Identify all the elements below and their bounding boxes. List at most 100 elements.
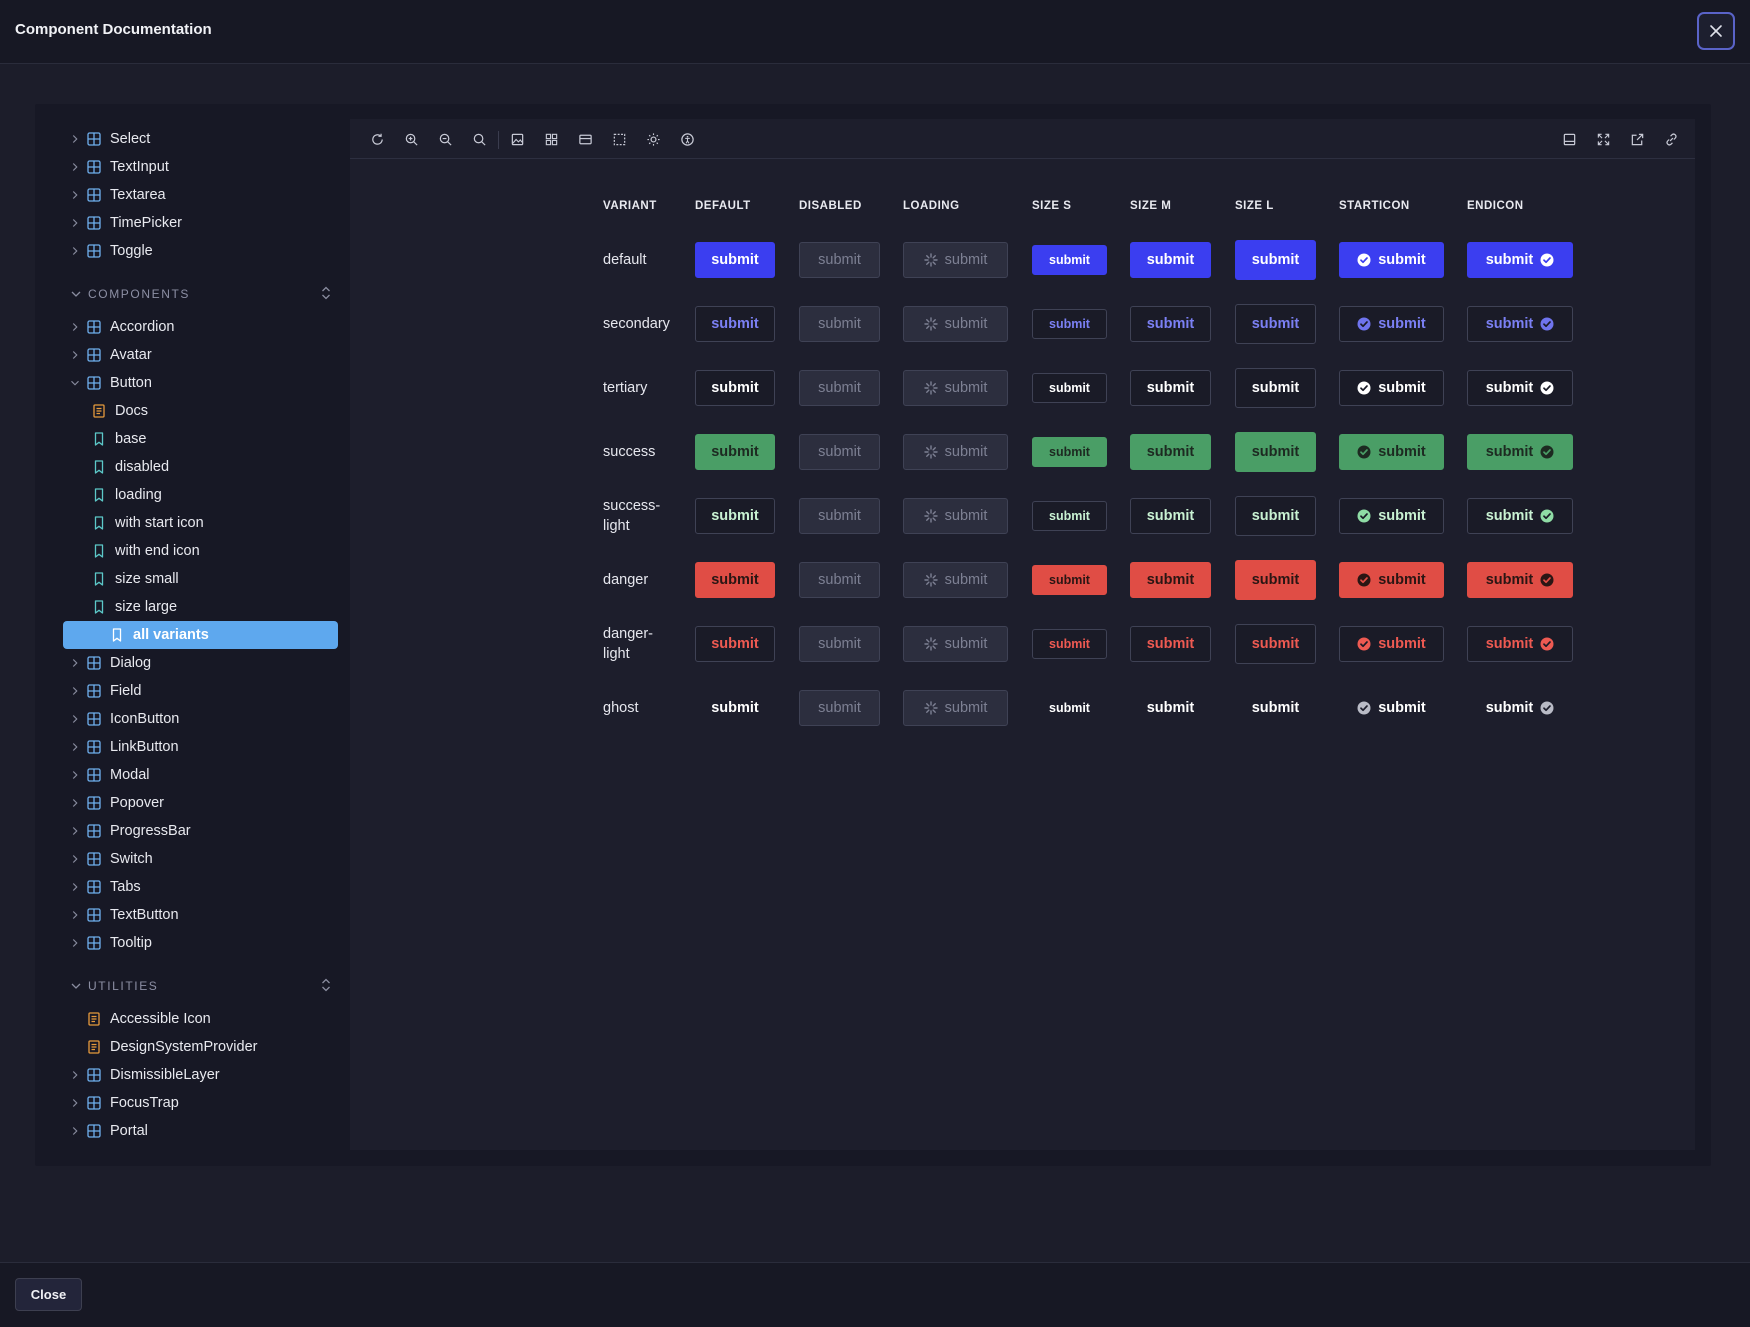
sidebar-item-size-small[interactable]: size small	[91, 565, 337, 593]
zoom-reset-button[interactable]	[469, 129, 489, 149]
sidebar-item-progressbar[interactable]: ProgressBar	[63, 817, 337, 845]
sidebar-item-textinput[interactable]: TextInput	[63, 153, 337, 181]
theme-button[interactable]	[643, 129, 663, 149]
secondary-default-button[interactable]: submit	[695, 306, 775, 342]
zoom-out-button[interactable]	[435, 129, 455, 149]
sidebar-item-docs[interactable]: Docs	[91, 397, 337, 425]
success-light-sizeS-button[interactable]: submit	[1032, 501, 1107, 531]
danger-end-button[interactable]: submit	[1467, 562, 1573, 598]
success-light-sizeM-button[interactable]: submit	[1130, 498, 1211, 534]
success-sizeM-button[interactable]: submit	[1130, 434, 1211, 470]
sidebar-item-dialog[interactable]: Dialog	[63, 649, 337, 677]
tertiary-end-button[interactable]: submit	[1467, 370, 1573, 406]
zoom-in-button[interactable]	[401, 129, 421, 149]
background-button[interactable]	[575, 129, 595, 149]
danger-light-sizeM-button[interactable]: submit	[1130, 626, 1211, 662]
sidebar-item-accordion[interactable]: Accordion	[63, 313, 337, 341]
grid-button[interactable]	[541, 129, 561, 149]
default-default-button[interactable]: submit	[695, 242, 775, 278]
success-start-button[interactable]: submit	[1339, 434, 1444, 470]
sidebar-item-with-end-icon[interactable]: with end icon	[91, 537, 337, 565]
ghost-default-button[interactable]: submit	[695, 690, 775, 726]
sidebar-item-button[interactable]: Button	[63, 369, 337, 397]
sidebar-item-timepicker[interactable]: TimePicker	[63, 209, 337, 237]
sidebar-item-modal[interactable]: Modal	[63, 761, 337, 789]
danger-start-button[interactable]: submit	[1339, 562, 1444, 598]
default-start-button[interactable]: submit	[1339, 242, 1444, 278]
reload-button[interactable]	[367, 129, 387, 149]
sidebar-item-field[interactable]: Field	[63, 677, 337, 705]
ghost-sizeL-button[interactable]: submit	[1235, 688, 1316, 728]
secondary-start-button[interactable]: submit	[1339, 306, 1444, 342]
ghost-end-button[interactable]: submit	[1467, 690, 1573, 726]
default-sizeL-button[interactable]: submit	[1235, 240, 1316, 280]
sidebar-item-portal[interactable]: Portal	[63, 1117, 337, 1145]
sidebar-item-iconbutton[interactable]: IconButton	[63, 705, 337, 733]
outline-icon	[613, 133, 625, 145]
danger-light-end-button[interactable]: submit	[1467, 626, 1573, 662]
default-sizeS-button[interactable]: submit	[1032, 245, 1107, 275]
sidebar-item-disabled[interactable]: disabled	[91, 453, 337, 481]
close-dialog-button[interactable]	[1697, 12, 1735, 50]
success-default-button[interactable]: submit	[695, 434, 775, 470]
secondary-end-button[interactable]: submit	[1467, 306, 1573, 342]
ghost-sizeS-button[interactable]: submit	[1032, 693, 1107, 723]
sidebar-item-popover[interactable]: Popover	[63, 789, 337, 817]
sidebar-item-focustrap[interactable]: FocusTrap	[63, 1089, 337, 1117]
section-header-components[interactable]: COMPONENTS	[68, 282, 338, 306]
sidebar-item-size-large[interactable]: size large	[91, 593, 337, 621]
default-end-button[interactable]: submit	[1467, 242, 1573, 278]
danger-sizeM-button[interactable]: submit	[1130, 562, 1211, 598]
ghost-sizeM-button[interactable]: submit	[1130, 690, 1211, 726]
copy-link-button[interactable]	[1661, 129, 1681, 149]
danger-light-sizeS-button[interactable]: submit	[1032, 629, 1107, 659]
sidebar-item-dismissiblelayer[interactable]: DismissibleLayer	[63, 1061, 337, 1089]
success-sizeL-button[interactable]: submit	[1235, 432, 1316, 472]
close-button[interactable]: Close	[15, 1278, 82, 1311]
section-header-utilities[interactable]: UTILITIES	[68, 974, 338, 998]
image-button[interactable]	[507, 129, 527, 149]
sidebar-item-all-variants[interactable]: all variants	[63, 621, 338, 649]
sidebar-item-avatar[interactable]: Avatar	[63, 341, 337, 369]
sidebar-item-base[interactable]: base	[91, 425, 337, 453]
danger-light-default-button[interactable]: submit	[695, 626, 775, 662]
default-sizeM-button[interactable]: submit	[1130, 242, 1211, 278]
sidebar-item-tabs[interactable]: Tabs	[63, 873, 337, 901]
success-light-end-button[interactable]: submit	[1467, 498, 1573, 534]
open-new-tab-button[interactable]	[1627, 129, 1647, 149]
tertiary-default-button[interactable]: submit	[695, 370, 775, 406]
danger-light-start-button[interactable]: submit	[1339, 626, 1444, 662]
fullscreen-button[interactable]	[1593, 129, 1613, 149]
tertiary-start-button[interactable]: submit	[1339, 370, 1444, 406]
sidebar-item-with-start-icon[interactable]: with start icon	[91, 509, 337, 537]
success-end-button[interactable]: submit	[1467, 434, 1573, 470]
sidebar-item-designsystemprovider[interactable]: DesignSystemProvider	[63, 1033, 337, 1061]
success-sizeS-button[interactable]: submit	[1032, 437, 1107, 467]
sidebar-item-tooltip[interactable]: Tooltip	[63, 929, 337, 957]
sidebar-item-loading[interactable]: loading	[91, 481, 337, 509]
panel-button[interactable]	[1559, 129, 1579, 149]
tertiary-sizeL-button[interactable]: submit	[1235, 368, 1316, 408]
success-light-start-button[interactable]: submit	[1339, 498, 1444, 534]
sidebar-item-textbutton[interactable]: TextButton	[63, 901, 337, 929]
sidebar-item-toggle[interactable]: Toggle	[63, 237, 337, 265]
success-light-sizeL-button[interactable]: submit	[1235, 496, 1316, 536]
tertiary-sizeM-button[interactable]: submit	[1130, 370, 1211, 406]
secondary-sizeL-button[interactable]: submit	[1235, 304, 1316, 344]
outline-button[interactable]	[609, 129, 629, 149]
sidebar-item-accessible-icon[interactable]: Accessible Icon	[63, 1005, 337, 1033]
sidebar-item-switch[interactable]: Switch	[63, 845, 337, 873]
danger-sizeL-button[interactable]: submit	[1235, 560, 1316, 600]
secondary-sizeS-button[interactable]: submit	[1032, 309, 1107, 339]
tertiary-sizeS-button[interactable]: submit	[1032, 373, 1107, 403]
ghost-start-button[interactable]: submit	[1339, 690, 1444, 726]
sidebar-item-linkbutton[interactable]: LinkButton	[63, 733, 337, 761]
success-light-default-button[interactable]: submit	[695, 498, 775, 534]
secondary-sizeM-button[interactable]: submit	[1130, 306, 1211, 342]
sidebar-item-select[interactable]: Select	[63, 125, 337, 153]
danger-default-button[interactable]: submit	[695, 562, 775, 598]
danger-light-sizeL-button[interactable]: submit	[1235, 624, 1316, 664]
danger-sizeS-button[interactable]: submit	[1032, 565, 1107, 595]
sidebar-item-textarea[interactable]: Textarea	[63, 181, 337, 209]
accessibility-button[interactable]	[677, 129, 697, 149]
